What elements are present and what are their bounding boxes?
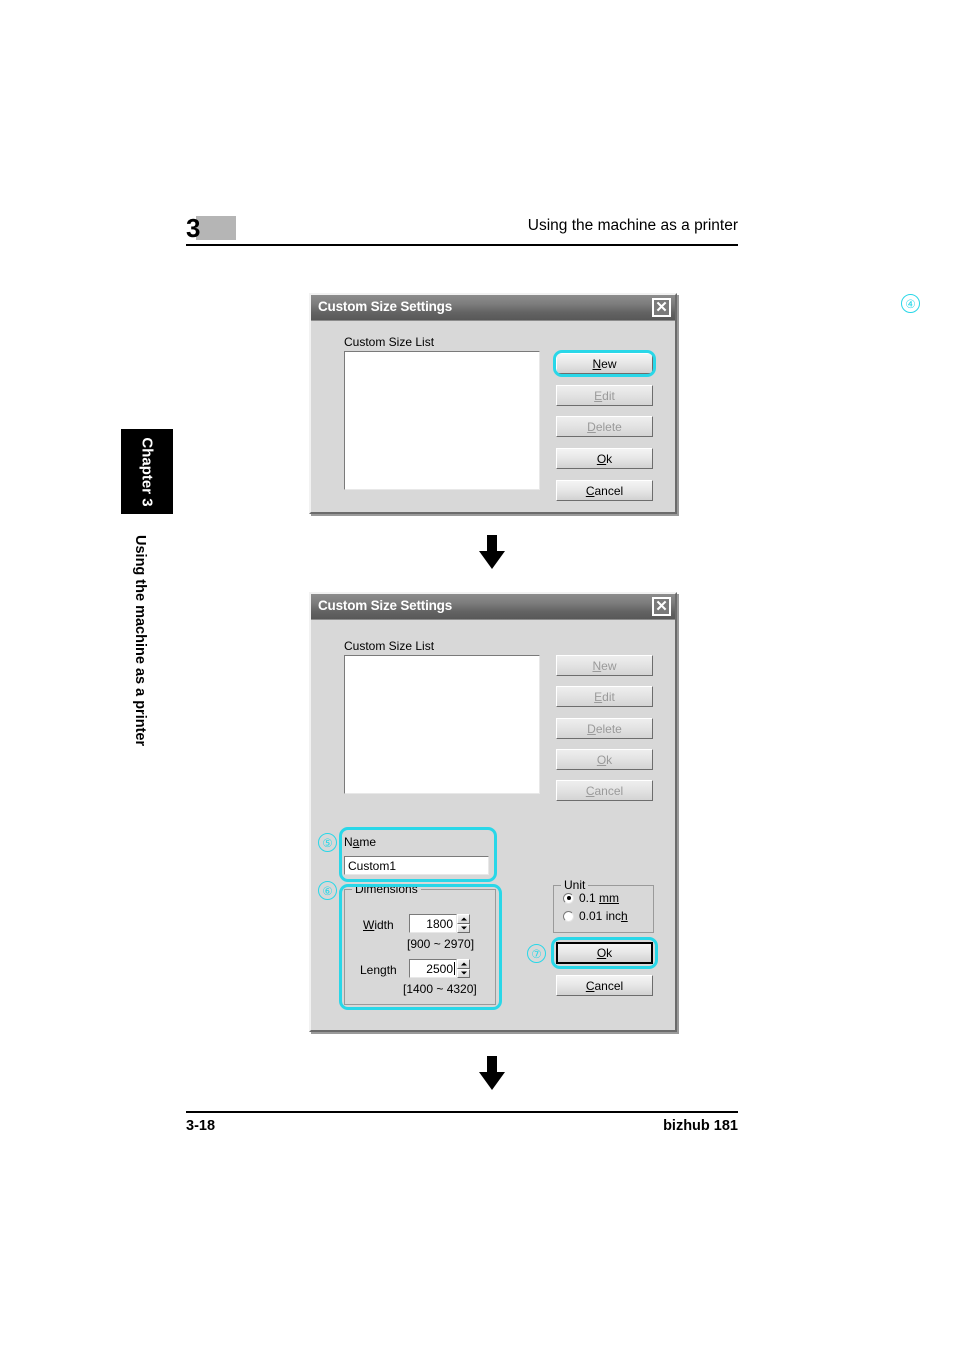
callout-4: ④ [901, 294, 920, 313]
new-button[interactable]: New [556, 655, 653, 676]
page-number: 3-18 [186, 1118, 216, 1134]
dimensions-ok-button[interactable]: Ok [556, 942, 653, 964]
edit-button[interactable]: Edit [556, 686, 653, 707]
edit-button-label: Edit [594, 388, 615, 403]
unit-group-label: Unit [561, 878, 589, 892]
dimensions-group-label: Dimensions [352, 882, 421, 896]
width-input[interactable]: 1800 [409, 914, 457, 933]
chapter-number: 3 [186, 213, 201, 243]
chapter-number-box [196, 216, 236, 240]
width-range: [900 ~ 2970] [407, 937, 475, 951]
down-arrow-icon-1 [479, 535, 505, 569]
dialog2-titlebar[interactable]: Custom Size Settings ✕ [311, 594, 675, 620]
radio-dot-icon [563, 910, 574, 922]
close-icon[interactable]: ✕ [652, 597, 671, 616]
close-icon[interactable]: ✕ [652, 298, 671, 317]
length-stepper[interactable] [457, 959, 470, 978]
header-rule [186, 244, 738, 246]
edit-button-label: Edit [594, 689, 615, 704]
dialog2-custom-size-list[interactable] [344, 655, 540, 794]
dialog-custom-size-settings-step1[interactable]: Custom Size Settings ✕ Custom Size List … [309, 293, 920, 514]
callout-6: ⑥ [318, 881, 337, 900]
dialog2-list-label: Custom Size List [344, 639, 435, 653]
unit-radio-mm[interactable]: 0.1 mm [563, 891, 619, 905]
dialog2-title: Custom Size Settings [318, 598, 453, 613]
dimensions-ok-button-label: Ok [596, 946, 613, 960]
width-stepper-up[interactable] [457, 914, 470, 924]
length-input[interactable]: 2500 [409, 959, 457, 978]
unit-radio-mm-label: 0.1 mm [579, 891, 620, 905]
width-stepper-down[interactable] [457, 923, 470, 933]
delete-button-label: Delete [587, 721, 622, 736]
cancel-button[interactable]: Cancel [556, 780, 653, 801]
width-stepper[interactable] [457, 914, 470, 933]
dialog1-title: Custom Size Settings [318, 299, 453, 314]
dialog-custom-size-settings-step2[interactable]: Custom Size Settings ✕ Custom Size List … [309, 592, 677, 1032]
cancel-button-label: Cancel [585, 783, 624, 798]
name-input-value: Custom1 [348, 858, 397, 873]
ok-button[interactable]: Ok [556, 448, 653, 469]
page-header: 3 Using the machine as a printer [186, 213, 738, 250]
ok-button[interactable]: Ok [556, 749, 653, 770]
name-label: Name [344, 835, 377, 849]
unit-radio-inch-label: 0.01 inch [579, 909, 628, 923]
footer-rule [186, 1111, 738, 1113]
product-name: bizhub 181 [663, 1118, 738, 1134]
callout-7: ⑦ [527, 944, 546, 963]
delete-button-label: Delete [587, 419, 622, 434]
length-input-value: 2500 [426, 961, 453, 976]
running-head: Using the machine as a printer [527, 217, 738, 234]
new-button-label: New [592, 356, 617, 371]
length-stepper-down[interactable] [457, 968, 470, 978]
length-label: Length [360, 963, 397, 977]
ok-button-label: Ok [596, 451, 613, 466]
cancel-button-label: Cancel [585, 483, 624, 498]
width-input-value: 1800 [426, 916, 453, 931]
side-vertical-title-label: Using the machine as a printer [132, 535, 148, 747]
manual-page: 3 Using the machine as a printer Chapter… [0, 0, 954, 1350]
chapter-side-tab-label: Chapter 3 [138, 436, 156, 507]
cancel-button[interactable]: Cancel [556, 480, 653, 501]
delete-button[interactable]: Delete [556, 718, 653, 739]
dimensions-cancel-button[interactable]: Cancel [556, 975, 653, 996]
ok-button-label: Ok [596, 752, 613, 767]
chapter-side-tab: Chapter 3 [121, 429, 173, 514]
page-footer: 3-18 bizhub 181 [186, 1111, 738, 1141]
delete-button[interactable]: Delete [556, 416, 653, 437]
dialog1-list-label: Custom Size List [344, 335, 435, 349]
dimensions-cancel-button-label: Cancel [585, 978, 624, 993]
radio-dot-icon [563, 892, 574, 904]
text-caret [454, 962, 455, 975]
width-label: Width [363, 918, 394, 932]
edit-button[interactable]: Edit [556, 385, 653, 406]
new-button-label: New [592, 658, 617, 673]
dialog1-custom-size-list[interactable] [344, 351, 540, 490]
length-range: [1400 ~ 4320] [403, 982, 477, 996]
length-stepper-up[interactable] [457, 959, 470, 969]
name-input[interactable]: Custom1 [344, 856, 489, 875]
dialog1-titlebar[interactable]: Custom Size Settings ✕ [311, 295, 675, 321]
down-arrow-icon-2 [479, 1056, 505, 1090]
callout-5: ⑤ [318, 833, 337, 852]
new-button[interactable]: New [556, 353, 653, 374]
unit-radio-inch[interactable]: 0.01 inch [563, 909, 628, 923]
